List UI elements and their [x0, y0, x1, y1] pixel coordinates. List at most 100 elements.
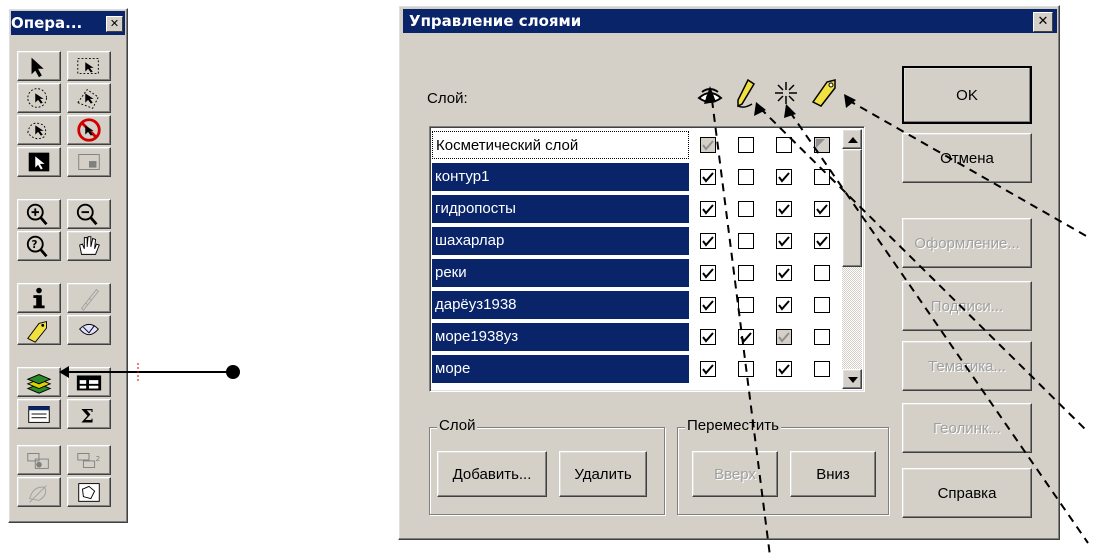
set-clip-icon	[29, 485, 47, 503]
tool-boundary-select-button[interactable]	[17, 115, 61, 145]
move-down-button[interactable]: Вниз	[790, 451, 876, 497]
help-button[interactable]: Справка	[902, 468, 1032, 518]
add-layer-button[interactable]: Добавить...	[437, 451, 547, 497]
layer-checkbox-selectable[interactable]	[776, 233, 792, 249]
check-icon	[778, 204, 790, 215]
tool-hotlink-button[interactable]: 2	[67, 445, 111, 475]
layer-checkbox-visible[interactable]	[700, 297, 716, 313]
info-icon	[33, 287, 45, 309]
layer-row[interactable]: реки	[432, 259, 842, 287]
layer-checkbox-visible[interactable]	[700, 169, 716, 185]
layer-checkbox-autolabel[interactable]	[814, 233, 830, 249]
tool-zoom-out-button[interactable]	[67, 199, 111, 229]
layer-row[interactable]: гидропосты	[432, 195, 842, 223]
layer-checkbox-autolabel[interactable]	[814, 169, 830, 185]
layer-checkbox-selectable[interactable]	[776, 329, 792, 345]
layer-control-icon	[26, 374, 52, 394]
layer-checkbox-editable[interactable]	[738, 137, 754, 153]
layer-checkbox-autolabel[interactable]	[814, 201, 830, 217]
tool-ruler-button[interactable]	[67, 283, 111, 313]
dialog-titlebar[interactable]: Управление слоями	[403, 9, 1057, 33]
tool-clip-region-button[interactable]	[17, 445, 61, 475]
tool-invert-select-button[interactable]	[67, 115, 111, 145]
display-label: Оформление...	[914, 234, 1020, 252]
layer-row[interactable]: Косметический слой	[432, 131, 842, 159]
layer-control-dialog: Управление слоями ✕ Слой: Косметический …	[398, 5, 1060, 540]
svg-text:2: 2	[96, 454, 101, 463]
display-button[interactable]: Оформление...	[902, 218, 1032, 268]
sigma-calc-icon: Σ	[81, 405, 94, 427]
layer-name: шахарлар	[432, 227, 689, 255]
remove-layer-button[interactable]: Удалить	[559, 451, 647, 497]
remove-layer-label: Удалить	[574, 465, 632, 483]
tool-drag-map-button[interactable]	[67, 315, 111, 345]
ok-button[interactable]: OK	[902, 66, 1032, 124]
layer-checkbox-visible[interactable]	[700, 329, 716, 345]
layer-checkbox-autolabel[interactable]	[814, 297, 830, 313]
dialog-close-button[interactable]: ✕	[1033, 12, 1053, 32]
geolink-button[interactable]: Геолинк...	[902, 403, 1032, 453]
layer-checkbox-autolabel[interactable]	[814, 361, 830, 377]
layer-checkbox-visible[interactable]	[700, 201, 716, 217]
layer-checkbox-visible[interactable]	[700, 361, 716, 377]
labels-button[interactable]: Подписи...	[902, 281, 1032, 331]
toolbox-close-button[interactable]: ✕	[106, 16, 123, 32]
layer-checkbox-selectable[interactable]	[776, 201, 792, 217]
layer-row[interactable]: море1938уз	[432, 323, 842, 351]
label-select-icon	[78, 154, 100, 170]
tool-change-view-button[interactable]: ?	[17, 231, 61, 261]
layer-checkbox-selectable[interactable]	[776, 361, 792, 377]
layer-checkbox-visible[interactable]	[700, 265, 716, 281]
layer-row[interactable]: шахарлар	[432, 227, 842, 255]
check-icon	[740, 332, 752, 343]
tool-graph-select-button[interactable]	[17, 147, 61, 177]
check-icon	[816, 139, 825, 148]
help-label: Справка	[937, 484, 997, 502]
layer-row[interactable]: море	[432, 355, 842, 383]
tool-zoom-in-button[interactable]	[17, 199, 61, 229]
scroll-up-button[interactable]	[842, 129, 862, 149]
layer-list[interactable]: Косметический слой контур1 гидропосты шахар…	[429, 126, 865, 392]
layer-checkbox-selectable[interactable]	[776, 265, 792, 281]
tool-marquee-select-button[interactable]	[67, 51, 111, 81]
layer-checkbox-editable[interactable]	[738, 265, 754, 281]
close-icon: ✕	[1037, 14, 1049, 29]
layer-checkbox-autolabel[interactable]	[814, 137, 830, 153]
tool-sigma-calc-button[interactable]: Σ	[67, 399, 111, 429]
tool-pan-hand-button[interactable]	[67, 231, 111, 261]
scroll-down-button[interactable]	[842, 369, 862, 389]
move-up-button[interactable]: Вверх	[692, 451, 778, 497]
tool-set-clip-button[interactable]	[17, 477, 61, 507]
check-icon	[702, 236, 714, 247]
layer-checkbox-selectable[interactable]	[776, 297, 792, 313]
tool-info-button[interactable]	[17, 283, 61, 313]
thematic-button[interactable]: Тематика...	[902, 341, 1032, 391]
layer-name: контур1	[432, 163, 689, 191]
statistics-window-icon	[28, 406, 50, 423]
tool-label-tool-button[interactable]	[17, 315, 61, 345]
cancel-button[interactable]: Отмена	[902, 133, 1032, 183]
layer-checkbox-editable[interactable]	[738, 361, 754, 377]
layer-checkbox-editable[interactable]	[738, 297, 754, 313]
graph-select-icon	[28, 152, 50, 172]
layer-row[interactable]: дарёуз1938	[432, 291, 842, 319]
tool-polygon-select-button[interactable]	[67, 83, 111, 113]
layer-list-scrollbar[interactable]	[842, 129, 862, 389]
tool-label-select-button[interactable]	[67, 147, 111, 177]
tool-statistics-window-button[interactable]	[17, 399, 61, 429]
layer-checkbox-editable[interactable]	[738, 329, 754, 345]
layer-checkbox-visible[interactable]	[700, 233, 716, 249]
layer-checkbox-editable[interactable]	[738, 169, 754, 185]
layer-checkbox-visible[interactable]	[700, 137, 716, 153]
layer-checkbox-selectable[interactable]	[776, 137, 792, 153]
layer-row[interactable]: контур1	[432, 163, 842, 191]
tool-select-arrow-button[interactable]	[17, 51, 61, 81]
scroll-thumb[interactable]	[842, 149, 862, 267]
tool-radius-select-button[interactable]	[17, 83, 61, 113]
layer-checkbox-autolabel[interactable]	[814, 329, 830, 345]
tool-reshape-button[interactable]	[67, 477, 111, 507]
layer-checkbox-selectable[interactable]	[776, 169, 792, 185]
layer-checkbox-editable[interactable]	[738, 233, 754, 249]
layer-checkbox-autolabel[interactable]	[814, 265, 830, 281]
layer-checkbox-editable[interactable]	[738, 201, 754, 217]
